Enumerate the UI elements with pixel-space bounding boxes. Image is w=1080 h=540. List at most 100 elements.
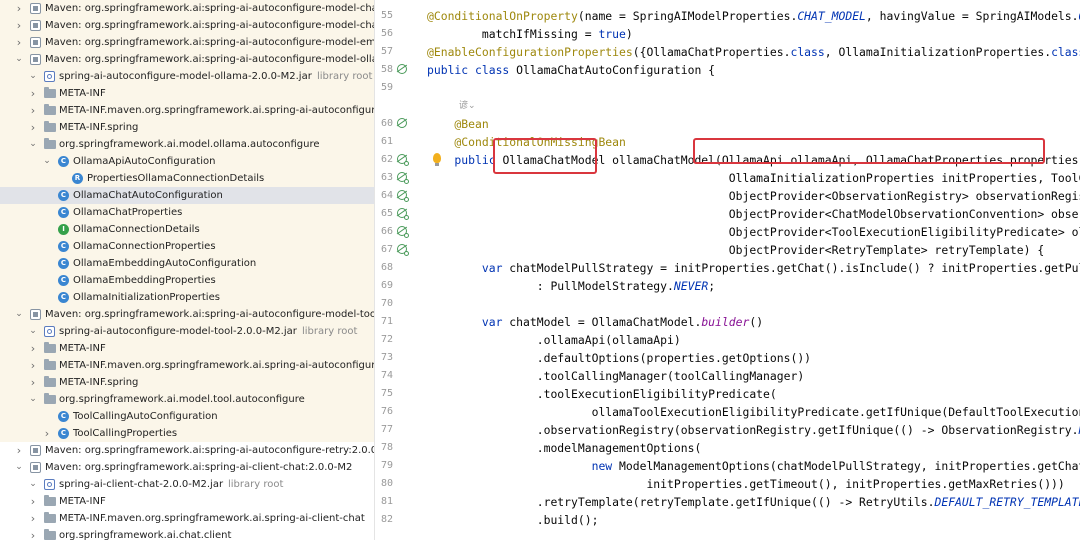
code-line[interactable]: 61 @ConditionalOnMissingBean bbox=[375, 133, 1080, 151]
tree-row[interactable]: ⌄ org.springframework.ai.model.ollama.aut… bbox=[0, 136, 374, 153]
code-line[interactable]: 72 .ollamaApi(ollamaApi) bbox=[375, 331, 1080, 349]
tree-row[interactable]: › META-INF bbox=[0, 85, 374, 102]
code-text: ObjectProvider<ChatModelObservationConve… bbox=[427, 205, 1080, 223]
tree-row[interactable]: › org.springframework.ai.chat.client bbox=[0, 527, 374, 540]
code-line[interactable]: 55 @ConditionalOnProperty(name = SpringAI… bbox=[375, 7, 1080, 25]
tree-row[interactable]: ⌄ Maven: org.springframework.ai:spring-ai… bbox=[0, 51, 374, 68]
code-line[interactable]: 77 .observationRegistry(observationRegis… bbox=[375, 421, 1080, 439]
code-line[interactable]: 79 new ModelManagementOptions(chatModelP… bbox=[375, 457, 1080, 475]
code-line[interactable]: 57 @EnableConfigurationProperties({Ollama… bbox=[375, 43, 1080, 61]
code-line[interactable]: 70 bbox=[375, 295, 1080, 313]
tree-row[interactable]: › META-INF bbox=[0, 340, 374, 357]
inlay-hint[interactable]: 谚⌄ bbox=[459, 97, 476, 115]
bean-gutter-icon[interactable] bbox=[397, 244, 409, 256]
code-line[interactable]: 59 bbox=[375, 79, 1080, 97]
chevron-right-icon[interactable]: › bbox=[28, 374, 38, 391]
code-line[interactable]: 58 public class OllamaChatAutoConfigurati… bbox=[375, 61, 1080, 79]
code-line[interactable]: 81 .retryTemplate(retryTemplate.getIfUni… bbox=[375, 493, 1080, 511]
tree-row[interactable]: ⌄ Maven: org.springframework.ai:spring-ai… bbox=[0, 459, 374, 476]
tree-row[interactable]: › Maven: org.springframework.ai:spring-ai… bbox=[0, 0, 374, 17]
tree-row[interactable]: › META-INF.maven.org.springframework.ai.s… bbox=[0, 357, 374, 374]
chevron-right-icon[interactable]: › bbox=[28, 85, 38, 102]
bean-gutter-icon[interactable] bbox=[397, 190, 409, 202]
tree-row[interactable]: › Maven: org.springframework.ai:spring-ai… bbox=[0, 442, 374, 459]
bean-gutter-icon[interactable] bbox=[397, 208, 409, 220]
code-line[interactable]: 65 ObjectProvider<ChatModelObservationCo… bbox=[375, 205, 1080, 223]
tree-row[interactable]: ⌄ org.springframework.ai.model.tool.autoc… bbox=[0, 391, 374, 408]
code-line[interactable]: 67 ObjectProvider<RetryTemplate> retryTe… bbox=[375, 241, 1080, 259]
tree-row[interactable]: › META-INF.maven.org.springframework.ai.s… bbox=[0, 510, 374, 527]
chevron-right-icon[interactable]: › bbox=[28, 493, 38, 510]
chevron-right-icon[interactable]: › bbox=[42, 425, 52, 442]
code-text: ollamaToolExecutionEligibilityPredicate.… bbox=[427, 403, 1080, 421]
code-line[interactable]: 56 matchIfMissing = true) bbox=[375, 25, 1080, 43]
bean-gutter-icon[interactable] bbox=[397, 64, 407, 74]
chevron-right-icon[interactable]: › bbox=[28, 357, 38, 374]
tree-row[interactable]: › Maven: org.springframework.ai:spring-ai… bbox=[0, 17, 374, 34]
tree-row[interactable]: › META-INF.spring bbox=[0, 119, 374, 136]
code-line[interactable]: 80 initProperties.getTimeout(), initProp… bbox=[375, 475, 1080, 493]
chevron-down-icon[interactable]: ⌄ bbox=[14, 306, 24, 323]
chevron-down-icon[interactable]: ⌄ bbox=[14, 51, 24, 68]
chevron-right-icon[interactable]: › bbox=[14, 34, 24, 51]
tree-row[interactable]: › META-INF.spring bbox=[0, 374, 374, 391]
code-token: DEFAULT_RETRY_TEMPLATE bbox=[934, 495, 1080, 509]
tree-row[interactable]: C ToolCallingAutoConfiguration bbox=[0, 408, 374, 425]
tree-row[interactable]: C OllamaChatAutoConfiguration bbox=[0, 187, 374, 204]
chevron-right-icon[interactable]: › bbox=[28, 119, 38, 136]
chevron-right-icon[interactable]: › bbox=[28, 510, 38, 527]
code-line[interactable]: 71 var chatModel = OllamaChatModel.build… bbox=[375, 313, 1080, 331]
tree-row[interactable]: › META-INF bbox=[0, 493, 374, 510]
tree-row[interactable]: I OllamaConnectionDetails bbox=[0, 221, 374, 238]
tree-row[interactable]: › C ToolCallingProperties bbox=[0, 425, 374, 442]
code-editor[interactable]: 55 @ConditionalOnProperty(name = SpringAI… bbox=[375, 0, 1080, 540]
code-line[interactable]: 谚⌄ bbox=[375, 97, 1080, 115]
tree-row[interactable]: C OllamaInitializationProperties bbox=[0, 289, 374, 306]
chevron-down-icon[interactable]: ⌄ bbox=[28, 323, 38, 340]
bean-gutter-icon[interactable] bbox=[397, 118, 407, 128]
code-line[interactable]: 66 ObjectProvider<ToolExecutionEligibili… bbox=[375, 223, 1080, 241]
tree-row[interactable]: ⌄ Maven: org.springframework.ai:spring-ai… bbox=[0, 306, 374, 323]
chevron-right-icon[interactable]: › bbox=[14, 0, 24, 17]
code-line[interactable]: 62 public OllamaChatModel ollamaChatMode… bbox=[375, 151, 1080, 169]
code-line[interactable]: 76 ollamaToolExecutionEligibilityPredica… bbox=[375, 403, 1080, 421]
code-line[interactable]: 74 .toolCallingManager(toolCallingManage… bbox=[375, 367, 1080, 385]
chevron-down-icon[interactable]: ⌄ bbox=[14, 459, 24, 476]
code-line[interactable]: 82 .build(); bbox=[375, 511, 1080, 529]
tree-row[interactable]: R PropertiesOllamaConnectionDetails bbox=[0, 170, 374, 187]
tree-row[interactable]: C OllamaConnectionProperties bbox=[0, 238, 374, 255]
chevron-down-icon[interactable]: ⌄ bbox=[42, 153, 52, 170]
tree-row[interactable]: › Maven: org.springframework.ai:spring-ai… bbox=[0, 34, 374, 51]
code-line[interactable]: 60 @Bean bbox=[375, 115, 1080, 133]
code-line[interactable]: 73 .defaultOptions(properties.getOptions… bbox=[375, 349, 1080, 367]
code-token: .observationRegistry(observationRegistry… bbox=[427, 423, 1079, 437]
chevron-down-icon[interactable]: ⌄ bbox=[28, 391, 38, 408]
chevron-right-icon[interactable]: › bbox=[14, 442, 24, 459]
chevron-right-icon[interactable]: › bbox=[28, 102, 38, 119]
tree-row[interactable]: ⌄ spring-ai-autoconfigure-model-ollama-2.… bbox=[0, 68, 374, 85]
project-tree[interactable]: › Maven: org.springframework.ai:spring-ai… bbox=[0, 0, 375, 540]
code-line[interactable]: 64 ObjectProvider<ObservationRegistry> o… bbox=[375, 187, 1080, 205]
tree-row[interactable]: › META-INF.maven.org.springframework.ai.s… bbox=[0, 102, 374, 119]
chevron-right-icon[interactable]: › bbox=[14, 17, 24, 34]
chevron-right-icon[interactable]: › bbox=[28, 527, 38, 540]
line-number: 78 bbox=[380, 442, 393, 453]
chevron-down-icon[interactable]: ⌄ bbox=[28, 476, 38, 493]
code-line[interactable]: 69 : PullModelStrategy.NEVER; bbox=[375, 277, 1080, 295]
code-line[interactable]: 68 var chatModelPullStrategy = initPrope… bbox=[375, 259, 1080, 277]
tree-row[interactable]: ⌄ C OllamaApiAutoConfiguration bbox=[0, 153, 374, 170]
code-line[interactable]: 78 .modelManagementOptions( bbox=[375, 439, 1080, 457]
tree-row[interactable]: C OllamaEmbeddingProperties bbox=[0, 272, 374, 289]
tree-row[interactable]: C OllamaEmbeddingAutoConfiguration bbox=[0, 255, 374, 272]
tree-row[interactable]: ⌄ spring-ai-autoconfigure-model-tool-2.0.… bbox=[0, 323, 374, 340]
bean-gutter-icon[interactable] bbox=[397, 172, 409, 184]
chevron-down-icon[interactable]: ⌄ bbox=[28, 136, 38, 153]
tree-row[interactable]: ⌄ spring-ai-client-chat-2.0.0-M2.jar libra… bbox=[0, 476, 374, 493]
chevron-right-icon[interactable]: › bbox=[28, 340, 38, 357]
code-line[interactable]: 75 .toolExecutionEligibilityPredicate( bbox=[375, 385, 1080, 403]
tree-row[interactable]: C OllamaChatProperties bbox=[0, 204, 374, 221]
bean-gutter-icon[interactable] bbox=[397, 154, 409, 166]
chevron-down-icon[interactable]: ⌄ bbox=[28, 68, 38, 85]
bean-gutter-icon[interactable] bbox=[397, 226, 409, 238]
code-line[interactable]: 63 OllamaInitializationProperties initPr… bbox=[375, 169, 1080, 187]
